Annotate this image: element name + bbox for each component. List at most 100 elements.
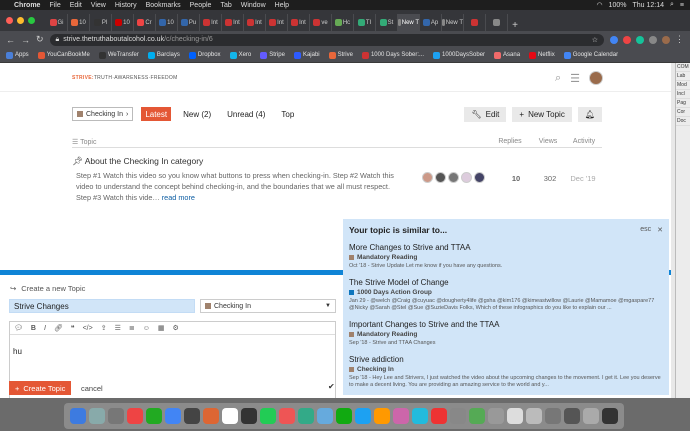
browser-tab[interactable]: Cr	[134, 14, 156, 31]
category-dropdown[interactable]: Checking In ›	[72, 107, 134, 121]
composer-textarea[interactable]: hu	[10, 335, 335, 368]
similar-topic-title[interactable]: The Strive Model of Change	[349, 278, 663, 287]
dock-app-icon[interactable]	[108, 408, 124, 424]
battery-percent[interactable]: 100%	[609, 2, 627, 9]
calendar-icon[interactable]: ▦	[158, 324, 165, 332]
new-tab-button[interactable]: +	[508, 20, 522, 31]
dock-app-icon[interactable]	[450, 408, 466, 424]
poster-avatar[interactable]	[435, 172, 446, 183]
bookmark-item[interactable]: Strive	[328, 51, 353, 59]
new-topic-button[interactable]: + New Topic	[512, 106, 572, 122]
browser-tab[interactable]: Int	[288, 14, 310, 31]
dock-app-icon[interactable]	[393, 408, 409, 424]
header-topic[interactable]: Topic	[80, 139, 96, 146]
blockquote-icon[interactable]: ❝	[71, 324, 75, 332]
browser-tab[interactable]: New T	[442, 14, 464, 31]
topic-title[interactable]: About the Checking In category	[85, 156, 204, 166]
dock-app-icon[interactable]	[431, 408, 447, 424]
search-icon[interactable]: ⌕	[555, 72, 561, 85]
dock-app-icon[interactable]	[317, 408, 333, 424]
topic-title-input[interactable]: Strive Changes	[9, 299, 195, 313]
dock-app-icon[interactable]	[70, 408, 86, 424]
bookmark-item[interactable]: WeTransfer	[98, 51, 139, 59]
browser-tab[interactable]	[486, 14, 508, 31]
poster-avatar[interactable]	[474, 172, 485, 183]
site-logo[interactable]: STRIVE:TRUTH·AWARENESS·FREEDOM	[72, 75, 178, 81]
close-icon[interactable]: ✕	[657, 226, 663, 234]
bookmark-item[interactable]: Xero	[229, 51, 251, 59]
bookmark-item[interactable]: Asana	[494, 51, 520, 59]
dock-app-icon[interactable]	[602, 408, 618, 424]
quote-icon[interactable]: 💬︎	[14, 324, 23, 332]
dock-app-icon[interactable]	[583, 408, 599, 424]
back-icon[interactable]: ←	[6, 35, 15, 45]
user-avatar[interactable]	[589, 71, 603, 85]
dock-app-icon[interactable]	[127, 408, 143, 424]
dock-app-icon[interactable]	[336, 408, 352, 424]
browser-tab[interactable]: Ap	[420, 14, 442, 31]
dock-app-icon[interactable]	[564, 408, 580, 424]
browser-tab[interactable]: Pl	[90, 14, 112, 31]
emoji-icon[interactable]: ☺	[143, 325, 150, 332]
browser-tab[interactable]: TI	[354, 14, 376, 31]
nav-new[interactable]: New (2)	[179, 110, 215, 119]
star-icon[interactable]: ☆	[592, 36, 598, 44]
browser-tab[interactable]: 10	[156, 14, 178, 31]
gear-icon[interactable]: ⚙	[173, 324, 179, 332]
menu-window[interactable]: Window	[241, 2, 266, 9]
poster-avatar[interactable]	[448, 172, 459, 183]
similar-topic-title[interactable]: Strive addiction	[349, 355, 663, 364]
browser-tab[interactable]: 10	[112, 14, 134, 31]
dock-app-icon[interactable]	[165, 408, 181, 424]
nav-top[interactable]: Top	[277, 110, 298, 119]
numbered-list-icon[interactable]: ≣	[129, 324, 135, 332]
dock-app-icon[interactable]	[184, 408, 200, 424]
browser-tab[interactable]: 10	[68, 14, 90, 31]
browser-tab[interactable]: Pu	[178, 14, 200, 31]
zoom-window-button[interactable]	[28, 17, 35, 24]
bookmark-item[interactable]: Apps	[6, 51, 29, 59]
bookmark-item[interactable]: 1000DaysSober	[433, 51, 485, 59]
code-icon[interactable]: </>	[83, 325, 93, 332]
browser-tab[interactable]: Hc	[332, 14, 354, 31]
poster-avatar[interactable]	[461, 172, 472, 183]
similar-topic-item[interactable]: The Strive Model of Change 1000 Days Acti…	[349, 278, 663, 312]
dock-app-icon[interactable]	[222, 408, 238, 424]
bookmark-item[interactable]: Google Calendar	[563, 51, 618, 59]
grammarly-extension-icon[interactable]	[636, 35, 644, 44]
topic-activity[interactable]: Dec '19	[568, 174, 598, 183]
dock-app-icon[interactable]	[488, 408, 504, 424]
browser-tab[interactable]: Int	[266, 14, 288, 31]
menu-list-icon[interactable]: ≡	[680, 2, 684, 9]
similar-topic-title[interactable]: Important Changes to Strive and the TTAA	[349, 320, 663, 329]
edit-category-button[interactable]: 🔧︎ Edit	[464, 106, 507, 122]
extension-icon[interactable]	[623, 35, 631, 44]
extension-icon[interactable]	[610, 35, 618, 44]
nav-latest[interactable]: Latest	[141, 107, 172, 121]
dock-app-icon[interactable]	[507, 408, 523, 424]
similar-topic-item[interactable]: More Changes to Strive and TTAA Mandatory…	[349, 243, 663, 270]
wifi-icon[interactable]: ◠	[596, 1, 602, 9]
notifications-button[interactable]: 🔔︎	[577, 106, 602, 122]
forward-icon[interactable]: →	[21, 35, 30, 45]
menu-file[interactable]: File	[49, 2, 60, 9]
menu-edit[interactable]: Edit	[70, 2, 82, 9]
cancel-link[interactable]: cancel	[81, 384, 103, 393]
extension-icon[interactable]	[649, 35, 657, 44]
bookmark-item[interactable]: Kajabi	[293, 51, 320, 59]
header-activity[interactable]: Activity	[566, 138, 602, 145]
browser-tab[interactable]: ve	[310, 14, 332, 31]
browser-tab[interactable]: New T	[398, 14, 420, 31]
menubar-app-name[interactable]: Chrome	[14, 2, 40, 9]
hamburger-menu-icon[interactable]: ☰	[570, 72, 580, 85]
menu-bookmarks[interactable]: Bookmarks	[146, 2, 181, 9]
composer-category-select[interactable]: Checking In ▼	[200, 299, 336, 313]
dock-app-icon[interactable]	[203, 408, 219, 424]
clock[interactable]: Thu 12:14	[632, 2, 664, 9]
dock-app-icon[interactable]	[89, 408, 105, 424]
dock-app-icon[interactable]	[260, 408, 276, 424]
similar-topic-item[interactable]: Strive addiction Checking In Sep '18 - Hey…	[349, 355, 663, 389]
profile-avatar[interactable]	[662, 35, 670, 44]
browser-tab[interactable]: Gi	[46, 14, 68, 31]
poster-avatar[interactable]	[422, 172, 433, 183]
